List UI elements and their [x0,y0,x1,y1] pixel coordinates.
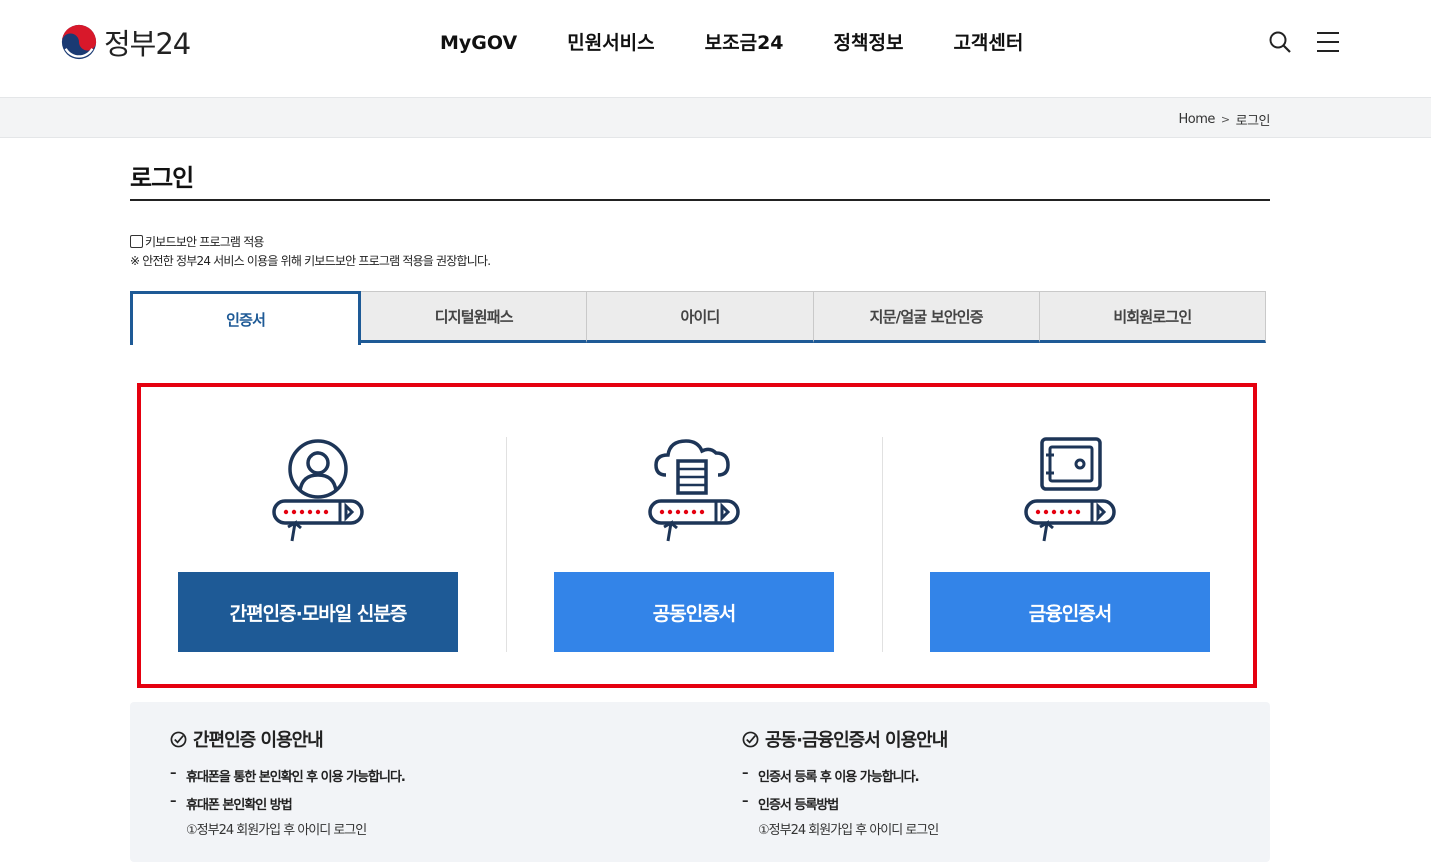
tab-digital-onepass[interactable]: 디지털원패스 [361,291,588,343]
list-item: – 인증서 등록방법 [742,794,839,813]
info-sub-text: ①정부24 회원가입 후 아이디 로그인 [758,823,939,838]
certificate-info: 공동·금융인증서 이용안내 – 인증서 등록 후 이용 가능합니다. – 인증서 등… [742,726,948,838]
site-header: 정부24 MyGOV 민원서비스 보조금24 정책정보 고객센터 [0,0,1431,97]
chevron-right-icon: > [1220,113,1230,126]
breadcrumb-current: 로그인 [1235,114,1271,129]
list-item: – 휴대폰을 통한 본인확인 후 이용 가능합니다. [170,766,406,785]
info-sub-text: ①정부24 회원가입 후 아이디 로그인 [186,823,367,838]
tab-id[interactable]: 아이디 [587,291,814,343]
logo-text: 정부24 [104,27,191,61]
keyboard-security-note: ※ 안전한 정부24 서비스 이용을 위해 키보드보안 프로그램 적용을 권장합… [130,254,491,268]
breadcrumb-bar: Home > 로그인 [0,97,1431,138]
divider [506,437,507,652]
checkbox-box[interactable] [130,235,143,248]
keyboard-security-checkbox[interactable]: 키보드보안 프로그램 적용 [130,233,264,250]
breadcrumb: Home > 로그인 [1179,110,1271,129]
simple-auth-info-title: 간편인증 이용안내 [193,730,324,751]
title-divider [130,199,1270,201]
keyboard-security-label: 키보드보안 프로그램 적용 [145,235,264,249]
login-tabs: 인증서 디지털원패스 아이디 지문/얼굴 보안인증 비회원로그인 [130,291,1267,345]
nav-subsidy[interactable]: 보조금24 [705,30,784,56]
list-item: – 인증서 등록 후 이용 가능합니다. [742,766,920,785]
usage-info-panel: 간편인증 이용안내 – 휴대폰을 통한 본인확인 후 이용 가능합니다. – 휴대폰… [130,702,1270,862]
tab-biometric[interactable]: 지문/얼굴 보안인증 [813,291,1040,343]
simple-auth-info-title-row: 간편인증 이용안내 [170,726,405,752]
tab-guest-login[interactable]: 비회원로그인 [1039,291,1267,343]
nav-civil-service[interactable]: 민원서비스 [567,30,654,56]
simple-auth-info: 간편인증 이용안내 – 휴대폰을 통한 본인확인 후 이용 가능합니다. – 휴대폰… [170,726,406,838]
financial-certificate-button[interactable]: 금융인증서 [930,572,1210,652]
main-nav: MyGOV 민원서비스 보조금24 정책정보 고객센터 [440,30,1073,56]
search-icon[interactable] [1268,30,1292,54]
joint-certificate-button[interactable]: 공동인증서 [554,572,834,652]
user-login-icon [272,439,364,542]
info-text: 인증서 등록방법 [758,798,839,813]
simple-auth-button[interactable]: 간편인증·모바일 신분증 [178,572,458,652]
breadcrumb-home[interactable]: Home [1179,112,1216,127]
check-circle-icon [170,731,187,747]
cloud-server-login-icon [648,439,740,542]
list-item: – 휴대폰 본인확인 방법 [170,794,293,813]
page-title: 로그인 [130,164,194,192]
tab-certificate[interactable]: 인증서 [130,291,362,345]
nav-customer-center[interactable]: 고객센터 [953,30,1023,56]
info-text: 휴대폰 본인확인 방법 [186,798,293,813]
menu-icon[interactable] [1316,30,1340,54]
certificate-info-title-row: 공동·금융인증서 이용안내 [742,726,948,752]
safe-login-icon [1024,437,1116,542]
nav-mygov[interactable]: MyGOV [440,30,517,56]
site-logo[interactable]: 정부24 [60,22,191,62]
nav-policy-info[interactable]: 정책정보 [834,30,904,56]
taeguk-logo-icon [61,24,97,60]
check-circle-icon [742,731,759,747]
info-text: 휴대폰을 통한 본인확인 후 이용 가능합니다. [186,770,406,785]
info-text: 인증서 등록 후 이용 가능합니다. [758,770,920,785]
certificate-info-title: 공동·금융인증서 이용안내 [765,730,948,751]
divider [882,437,883,652]
